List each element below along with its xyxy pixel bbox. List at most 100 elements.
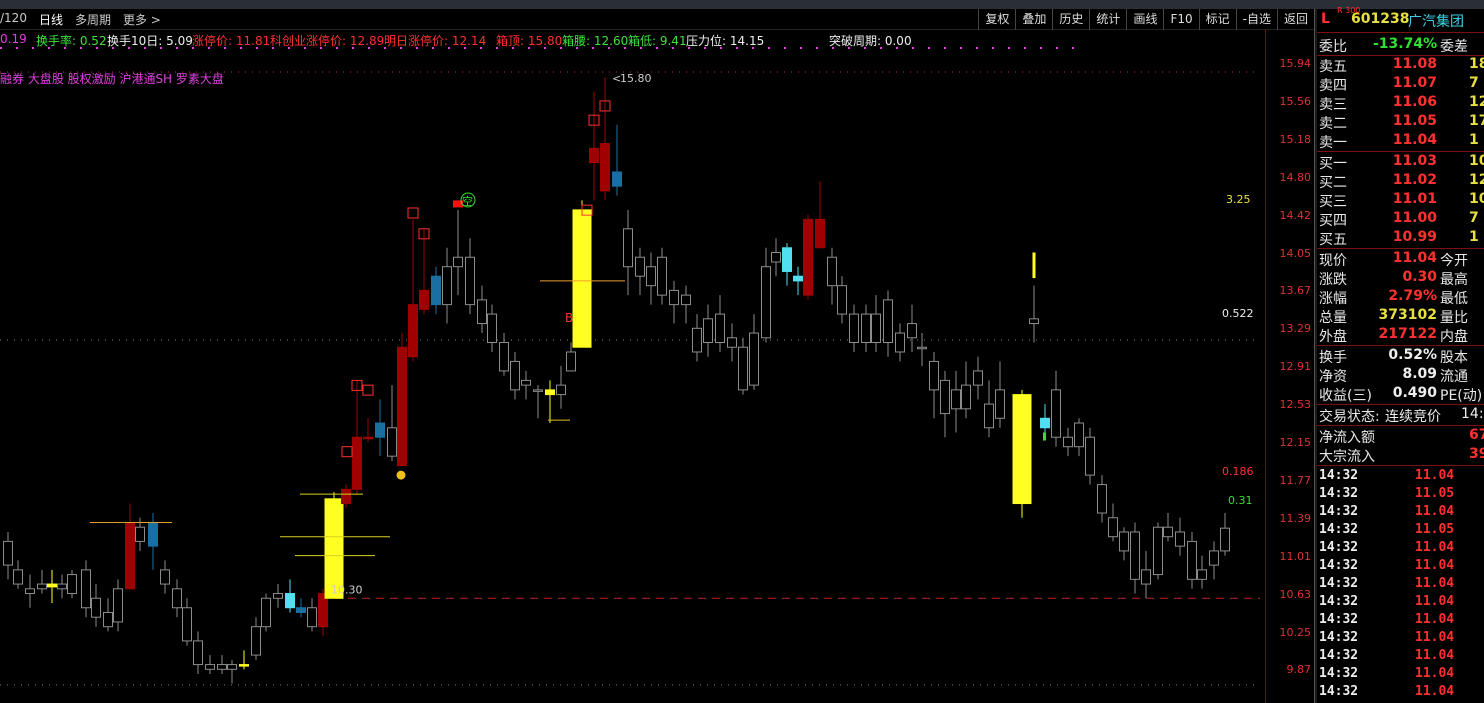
period-daily[interactable]: 日线 — [39, 11, 63, 28]
stat-label: 净资 — [1319, 369, 1347, 385]
tick-time: 14:32 — [1319, 576, 1359, 591]
candle-body — [589, 147, 599, 164]
candle-body — [47, 583, 57, 588]
stock-header: L R 300 601238 广汽集团 — [1319, 7, 1484, 31]
price-axis-label: 12.91 — [1279, 360, 1312, 374]
btn-f10[interactable]: F10 — [1163, 9, 1198, 30]
candle-body — [193, 640, 203, 666]
candle-body — [419, 289, 429, 310]
quote-row: 外盘 217122 内盘 — [1319, 326, 1484, 345]
tick-price: 11.04 — [1415, 648, 1455, 663]
panel-separator — [1317, 345, 1484, 346]
candle-body — [172, 588, 182, 609]
candle-body — [1108, 517, 1118, 538]
stock-name: 广汽集团 — [1408, 14, 1464, 30]
candle-body — [623, 228, 633, 268]
btn-stats[interactable]: 统计 — [1089, 9, 1126, 30]
candle-body — [727, 337, 737, 348]
btn-overlay[interactable]: 叠加 — [1015, 9, 1052, 30]
bid-volume: 7 — [1469, 210, 1479, 226]
weibi-label: 委比 — [1319, 39, 1347, 55]
candle-body — [487, 313, 497, 344]
candle-body — [408, 304, 418, 358]
btn-fuquan[interactable]: 复权 — [978, 9, 1015, 30]
bid-row: 买四 11.00 7 — [1319, 210, 1484, 229]
tick-price: 11.05 — [1415, 522, 1455, 537]
period-multi[interactable]: 多周期 — [75, 11, 111, 28]
ask-price: 11.05 — [1392, 113, 1437, 129]
quote-value: 373102 — [1378, 307, 1437, 323]
marker-block — [1043, 432, 1046, 441]
quote-panel: L R 300 601238 广汽集团 委比 -13.74% 委差 卖五 11.08 18… — [1317, 7, 1484, 703]
chart-toolbar: /120 日线 多周期 更多 > 复权 叠加 历史 统计 画线 F10 标记 -… — [0, 9, 1314, 30]
price-axis-label: 12.53 — [1279, 398, 1312, 412]
tick-price: 11.04 — [1415, 594, 1455, 609]
candle-body — [521, 379, 531, 386]
candle-body — [135, 526, 145, 542]
btn-history[interactable]: 历史 — [1052, 9, 1089, 30]
flow-value: 67 — [1469, 427, 1484, 443]
tick-time: 14:32 — [1319, 558, 1359, 573]
candle-body — [1163, 526, 1173, 538]
stat-right-label: 流通 — [1440, 369, 1468, 385]
period-code[interactable]: /120 — [0, 11, 27, 28]
candle-body — [533, 389, 543, 392]
candle-body — [160, 569, 170, 585]
btn-back[interactable]: 返回 — [1276, 9, 1314, 30]
price-axis-label: 11.77 — [1279, 473, 1312, 487]
candle-body — [3, 540, 13, 566]
bid-label: 买四 — [1319, 213, 1347, 229]
tick-time: 14:32 — [1319, 486, 1359, 501]
candle-body — [261, 597, 271, 628]
flow-value: 39 — [1469, 446, 1484, 462]
btn-mark[interactable]: 标记 — [1198, 9, 1236, 30]
candle-body — [803, 218, 813, 296]
candle-body — [669, 289, 679, 306]
quote-value: 217122 — [1378, 326, 1437, 342]
candle-body — [1141, 569, 1151, 585]
period-more[interactable]: 更多 > — [123, 11, 161, 28]
candlestick-chart[interactable]: <15.8010.303.250.5220.1860.31空B — [0, 30, 1265, 703]
stat-right-label: 股本 — [1440, 350, 1468, 366]
signal-box — [362, 384, 374, 396]
tick-row: 14:32 11.04 — [1319, 504, 1484, 522]
candle-body — [837, 285, 847, 315]
high-price-label: 15.80 — [620, 72, 652, 85]
tick-price: 11.04 — [1415, 468, 1455, 483]
candle-body — [296, 607, 306, 613]
candle-body — [1029, 318, 1039, 325]
stat-value: 0.52% — [1388, 347, 1437, 363]
candle-body — [1209, 550, 1219, 566]
quote-value: 11.04 — [1392, 250, 1437, 266]
candle-body — [612, 171, 622, 187]
candle-body — [91, 597, 101, 618]
tool-buttons: 复权 叠加 历史 统计 画线 F10 标记 -自选 返回 — [978, 9, 1314, 30]
panel-separator — [1317, 151, 1484, 152]
candle-body — [1220, 527, 1230, 552]
candle-body — [113, 588, 123, 623]
candle-body — [929, 360, 939, 391]
trade-status-time: 14:3 — [1461, 406, 1484, 422]
candle-body — [465, 256, 475, 306]
quote-row: 涨跌 0.30 最高 — [1319, 269, 1484, 288]
btn-watchlist[interactable]: -自选 — [1235, 9, 1277, 30]
kong-label: 空 — [462, 194, 473, 208]
tick-time: 14:32 — [1319, 612, 1359, 627]
bid-volume: 10 — [1469, 153, 1484, 169]
candle-body — [1085, 436, 1095, 476]
candle-body — [1119, 531, 1129, 552]
candle-body — [995, 389, 1005, 419]
candle-body — [307, 607, 317, 628]
bid-volume: 1 — [1469, 229, 1479, 245]
btn-draw[interactable]: 画线 — [1126, 9, 1163, 30]
tick-row: 14:32 11.04 — [1319, 594, 1484, 612]
tick-price: 11.04 — [1415, 558, 1455, 573]
candle-body — [182, 607, 192, 642]
price-axis-label: 15.56 — [1279, 94, 1312, 108]
bid-row: 买三 11.01 10 — [1319, 191, 1484, 210]
candle-body — [1012, 394, 1032, 505]
candle-body — [1130, 531, 1140, 580]
trade-status-value: 连续竞价 — [1385, 409, 1441, 425]
candle-body — [1040, 417, 1050, 429]
bid-price: 11.01 — [1392, 191, 1437, 207]
